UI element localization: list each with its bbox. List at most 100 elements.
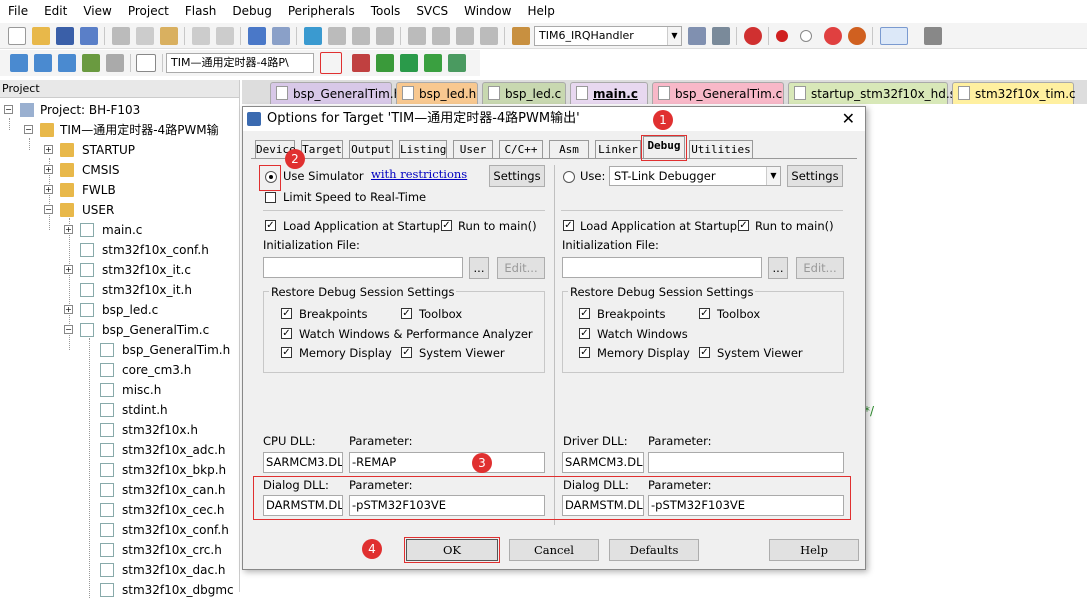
- init-file-edit-button[interactable]: Edit...: [497, 257, 545, 279]
- window-layout-icon[interactable]: [880, 27, 908, 45]
- tab-user[interactable]: User: [453, 140, 493, 158]
- use-debugger-radio[interactable]: [563, 171, 575, 183]
- init-file-browse-button-right[interactable]: ...: [768, 257, 788, 279]
- next-bookmark-icon[interactable]: [352, 27, 370, 45]
- bookmark-icon[interactable]: [304, 27, 322, 45]
- select-packs-icon[interactable]: [424, 54, 442, 72]
- save-all-icon[interactable]: [80, 27, 98, 45]
- kill-breakpoints-icon[interactable]: [848, 27, 866, 45]
- menu-window[interactable]: Window: [456, 0, 519, 22]
- unindent-icon[interactable]: [432, 27, 450, 45]
- menu-flash[interactable]: Flash: [177, 0, 224, 22]
- collapse-icon[interactable]: −: [64, 325, 73, 334]
- redo-icon[interactable]: [216, 27, 234, 45]
- prev-bookmark-icon[interactable]: [328, 27, 346, 45]
- menu-tools[interactable]: Tools: [363, 0, 409, 22]
- cpu-param-input[interactable]: -REMAP: [349, 452, 545, 473]
- nav-back-icon[interactable]: [248, 27, 266, 45]
- tab-target[interactable]: Target: [301, 140, 343, 158]
- editor-tab[interactable]: bsp_led.c: [482, 82, 566, 104]
- new-file-icon[interactable]: [8, 27, 26, 45]
- load-app-checkbox[interactable]: ✓: [265, 220, 276, 231]
- tab-linker[interactable]: Linker: [595, 140, 641, 158]
- configure-icon[interactable]: [924, 27, 942, 45]
- browse-icon[interactable]: [688, 27, 706, 45]
- target-combo[interactable]: TIM—通用定时器-4路P\: [166, 53, 314, 73]
- init-file-browse-button[interactable]: ...: [469, 257, 489, 279]
- menu-file[interactable]: File: [0, 0, 36, 22]
- run-time-environment-icon[interactable]: [448, 54, 466, 72]
- breakpoint-icon[interactable]: [776, 30, 788, 42]
- debugger-select[interactable]: ST-Link Debugger ▼: [609, 166, 781, 186]
- save-icon[interactable]: [56, 27, 74, 45]
- system-viewer-checkbox[interactable]: ✓: [401, 347, 412, 358]
- toolbox-checkbox-right[interactable]: ✓: [699, 308, 710, 319]
- close-icon[interactable]: ✕: [842, 107, 855, 131]
- expand-icon[interactable]: +: [44, 165, 53, 174]
- tab-asm[interactable]: Asm: [549, 140, 589, 158]
- run-to-main-checkbox[interactable]: ✓: [441, 220, 452, 231]
- paste-icon[interactable]: [160, 27, 178, 45]
- editor-tab[interactable]: bsp_GeneralTim.c: [652, 82, 784, 104]
- breakpoints-checkbox-right[interactable]: ✓: [579, 308, 590, 319]
- restrictions-link[interactable]: with restrictions: [371, 167, 467, 181]
- clear-bookmarks-icon[interactable]: [376, 27, 394, 45]
- editor-tab-active[interactable]: main.c: [570, 82, 648, 104]
- defaults-button[interactable]: Defaults: [609, 539, 699, 561]
- breakpoints-checkbox[interactable]: ✓: [281, 308, 292, 319]
- manage-components-icon[interactable]: [352, 54, 370, 72]
- disable-all-breakpoints-icon[interactable]: [824, 27, 842, 45]
- watch-windows-checkbox[interactable]: ✓: [281, 328, 292, 339]
- driver-dll-input[interactable]: SARMCM3.DLL: [562, 452, 644, 473]
- build-icon[interactable]: [34, 54, 52, 72]
- cut-icon[interactable]: [112, 27, 130, 45]
- tab-utilities[interactable]: Utilities: [689, 140, 753, 158]
- tab-listing[interactable]: Listing: [399, 140, 447, 158]
- tab-cpp[interactable]: C/C++: [499, 140, 543, 158]
- comment-icon[interactable]: [456, 27, 474, 45]
- load-icon[interactable]: [136, 54, 156, 72]
- editor-tab[interactable]: stm32f10x_tim.c: [952, 82, 1076, 104]
- load-app-checkbox-right[interactable]: ✓: [563, 220, 574, 231]
- expand-icon[interactable]: +: [44, 145, 53, 154]
- menu-view[interactable]: View: [75, 0, 119, 22]
- toolbox-checkbox[interactable]: ✓: [401, 308, 412, 319]
- memory-display-checkbox-right[interactable]: ✓: [579, 347, 590, 358]
- expand-icon[interactable]: +: [64, 225, 73, 234]
- uncomment-icon[interactable]: [480, 27, 498, 45]
- undo-icon[interactable]: [192, 27, 210, 45]
- menu-help[interactable]: Help: [519, 0, 562, 22]
- disable-breakpoint-icon[interactable]: [800, 30, 812, 42]
- system-viewer-checkbox-right[interactable]: ✓: [699, 347, 710, 358]
- rebuild-icon[interactable]: [58, 54, 76, 72]
- file-extensions-icon[interactable]: [376, 54, 394, 72]
- use-simulator-label[interactable]: Use Simulator: [283, 169, 364, 183]
- translate-icon[interactable]: [10, 54, 28, 72]
- menu-peripherals[interactable]: Peripherals: [280, 0, 363, 22]
- memory-display-checkbox[interactable]: ✓: [281, 347, 292, 358]
- collapse-icon[interactable]: −: [24, 125, 33, 134]
- pack-installer-icon[interactable]: [400, 54, 418, 72]
- editor-tab[interactable]: startup_stm32f10x_hd.s: [788, 82, 956, 104]
- limit-speed-checkbox[interactable]: [265, 192, 276, 203]
- nav-forward-icon[interactable]: [272, 27, 290, 45]
- menu-project[interactable]: Project: [120, 0, 177, 22]
- stop-build-icon[interactable]: [106, 54, 124, 72]
- options-for-target-icon[interactable]: [320, 52, 342, 74]
- open-folder-icon[interactable]: [32, 27, 50, 45]
- init-file-input-right[interactable]: [562, 257, 762, 278]
- debug-start-icon[interactable]: [744, 27, 762, 45]
- simulator-settings-button[interactable]: Settings: [489, 165, 545, 187]
- expand-icon[interactable]: +: [64, 265, 73, 274]
- find-in-files-icon[interactable]: [512, 27, 530, 45]
- watch-windows-checkbox-right[interactable]: ✓: [579, 328, 590, 339]
- cpu-dll-input[interactable]: SARMCM3.DLL: [263, 452, 343, 473]
- copy-icon[interactable]: [136, 27, 154, 45]
- cancel-button[interactable]: Cancel: [509, 539, 599, 561]
- collapse-icon[interactable]: −: [4, 105, 13, 114]
- driver-param-input[interactable]: [648, 452, 844, 473]
- editor-tab[interactable]: bsp_led.h: [396, 82, 478, 104]
- tab-output[interactable]: Output: [349, 140, 393, 158]
- batch-build-icon[interactable]: [82, 54, 100, 72]
- find-icon[interactable]: [712, 27, 730, 45]
